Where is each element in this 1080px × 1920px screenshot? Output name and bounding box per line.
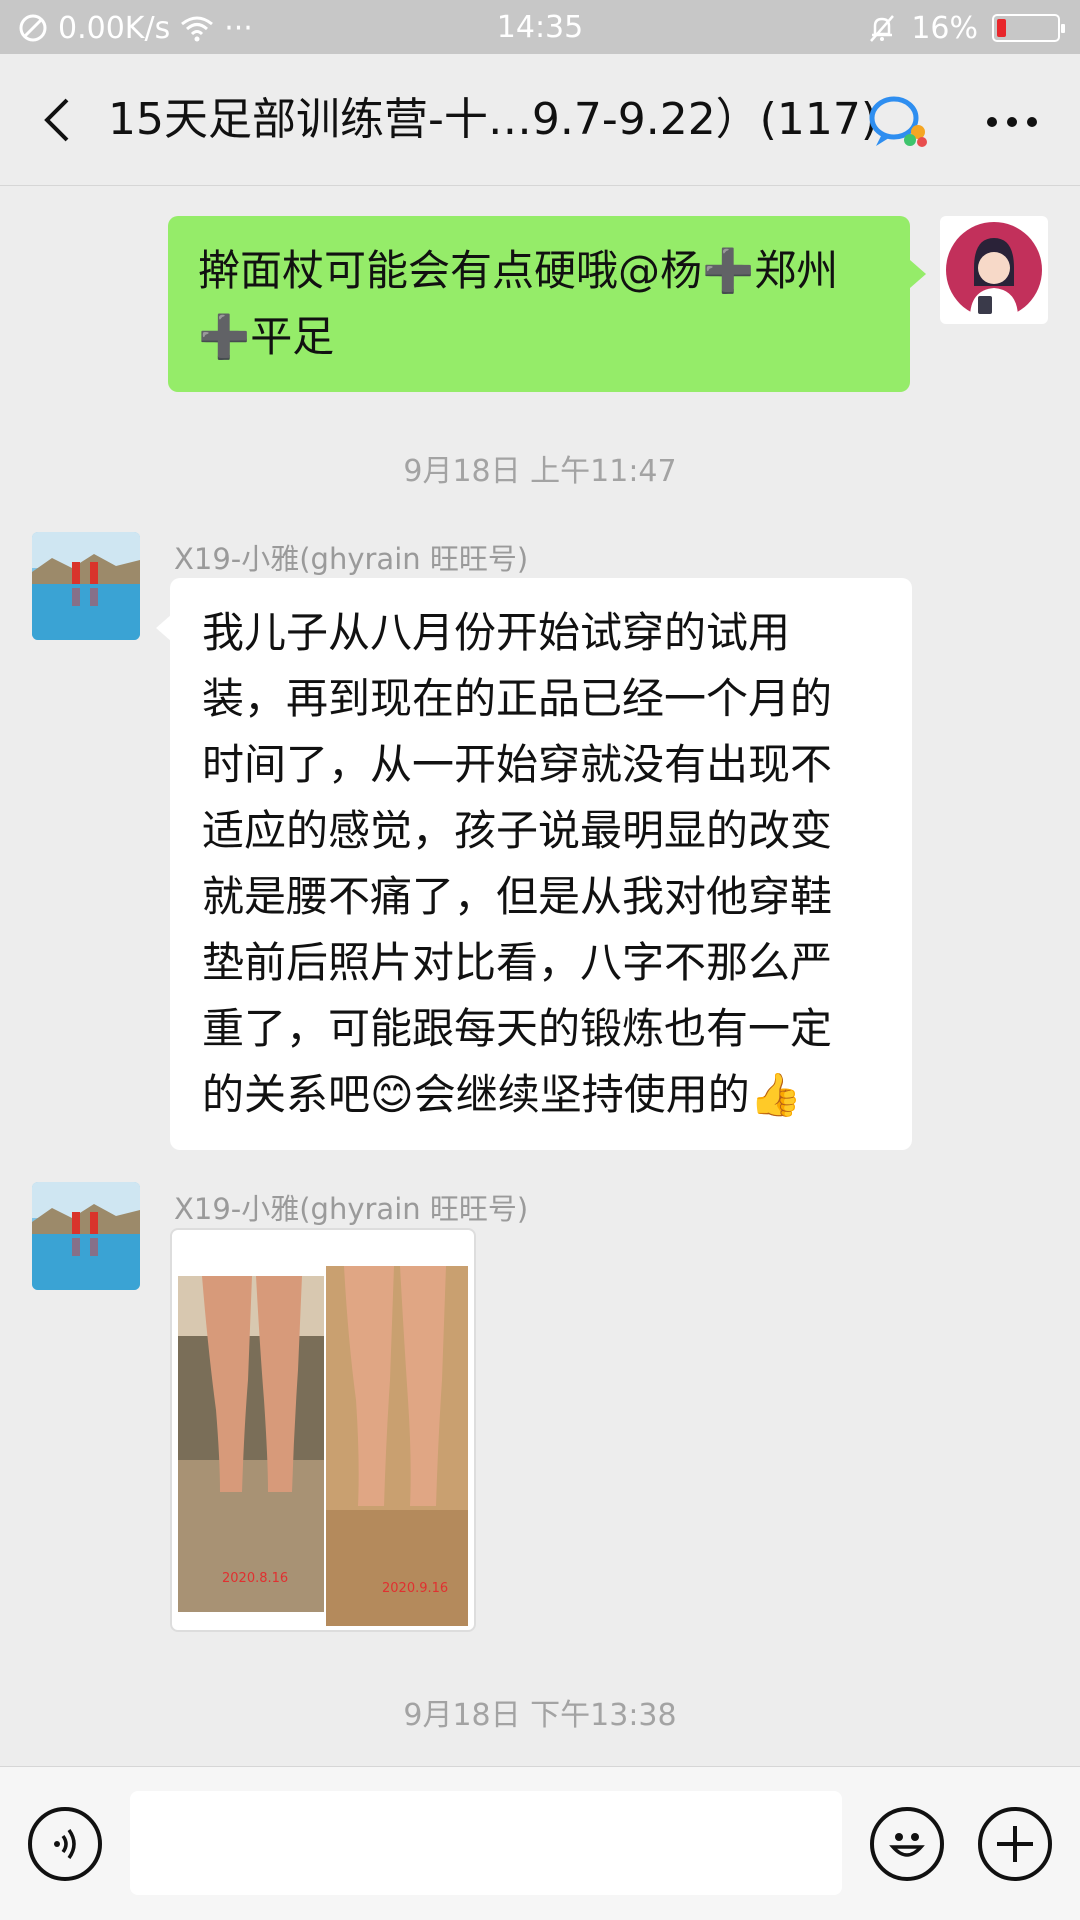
emoji-button[interactable] [870, 1807, 944, 1881]
photo-date-label: 2020.8.16 [222, 1571, 288, 1586]
plus-icon [997, 1826, 1033, 1862]
sender-avatar[interactable] [32, 1182, 140, 1290]
battery-percent: 16% [911, 10, 978, 46]
message-input[interactable] [130, 1791, 842, 1895]
plus-button[interactable] [978, 1807, 1052, 1881]
more-icon [987, 117, 1037, 127]
photo-date-label: 2020.9.16 [382, 1581, 448, 1596]
sender-avatar[interactable] [32, 532, 140, 640]
back-icon [44, 98, 69, 142]
timestamp: 9月18日 下午13:38 [403, 1698, 677, 1733]
chat-title: 15天足部训练营-十…9.7-9.22）(117) [108, 94, 878, 145]
status-bar: 0.00K/s ··· 14:35 16% [0, 0, 1080, 54]
group-chat-icon[interactable] [868, 94, 930, 150]
more-button[interactable] [984, 94, 1040, 150]
voice-icon [54, 1828, 76, 1860]
message-text-line: 我儿子从八月份开始试穿的试用 [202, 608, 791, 657]
message-text-line: 时间了，从一开始穿就没有出现不 [202, 740, 833, 789]
message-text-line: 适应的感觉，孩子说最明显的改变 [202, 806, 833, 855]
message-text-line: 就是腰不痛了，但是从我对他穿鞋 [202, 872, 833, 921]
bubble-tail [910, 260, 926, 288]
sender-name: X19-小雅(ghyrain 旺旺号) [174, 1192, 529, 1226]
timestamp: 9月18日 上午11:47 [403, 454, 677, 489]
my-avatar[interactable] [940, 216, 1048, 324]
message-text-line: ➕平足 [198, 312, 335, 361]
chat-header: 15天足部训练营-十…9.7-9.22）(117) [0, 54, 1080, 186]
sender-name: X19-小雅(ghyrain 旺旺号) [174, 542, 529, 576]
message-text-line: 擀面杖可能会有点硬哦@杨➕郑州 [198, 246, 839, 295]
emoji-icon [889, 1833, 925, 1857]
message-text-line: 重了，可能跟每天的锻炼也有一定 [202, 1004, 833, 1053]
message-text-line: 垫前后照片对比看，八字不那么严 [202, 938, 833, 987]
voice-button[interactable] [28, 1807, 102, 1881]
battery-icon [992, 14, 1065, 42]
mute-icon [870, 15, 895, 42]
message-text-line: 装，再到现在的正品已经一个月的 [202, 674, 833, 723]
back-button[interactable] [28, 92, 84, 148]
incoming-message[interactable]: 我儿子从八月份开始试穿的试用 装，再到现在的正品已经一个月的 时间了，从一开始穿… [170, 578, 912, 1150]
outgoing-message[interactable]: 擀面杖可能会有点硬哦@杨➕郑州 ➕平足 [168, 216, 910, 392]
input-bar [0, 1766, 1080, 1920]
lake-photo-avatar-icon [32, 532, 140, 640]
lake-photo-avatar-icon [32, 1182, 140, 1290]
photo-message[interactable]: 2020.8.16 2020.9.16 [170, 1228, 476, 1632]
legs-comparison-photo: 2020.8.16 2020.9.16 [178, 1266, 468, 1626]
doctor-avatar-icon [946, 222, 1042, 318]
message-text-line: 的关系吧😊会继续坚持使用的👍 [202, 1070, 803, 1119]
